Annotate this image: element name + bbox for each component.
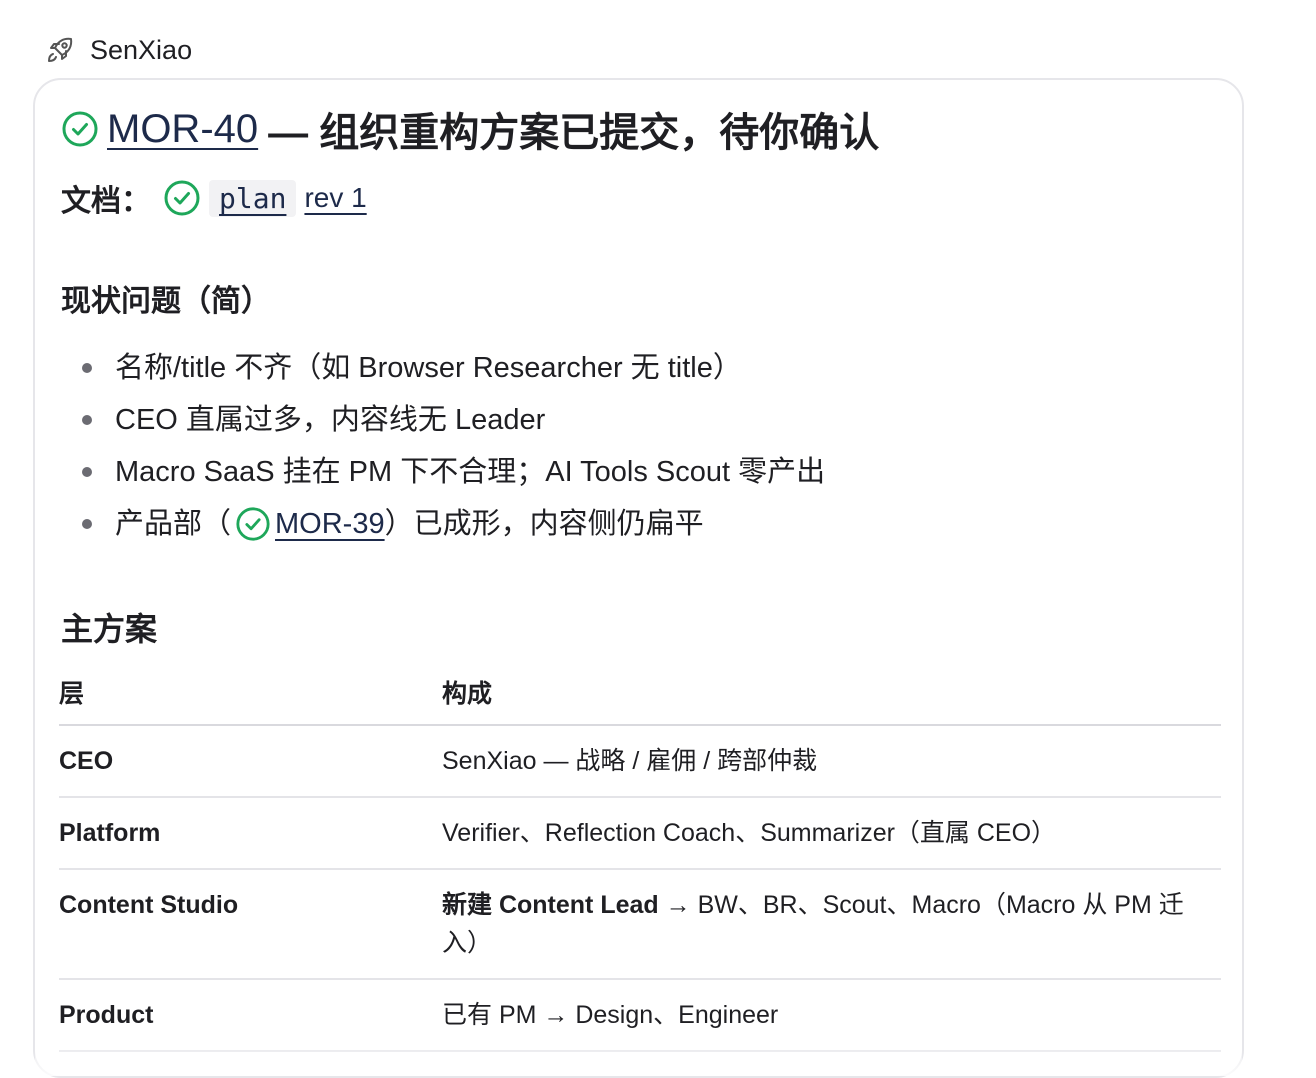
message-card: MOR-40 — 组织重构方案已提交，待你确认 文档： plan rev 1 现… bbox=[33, 78, 1244, 1078]
doc-link-plan[interactable]: plan bbox=[209, 179, 297, 217]
column-header-composition: 构成 bbox=[442, 660, 1221, 726]
check-circle-icon bbox=[62, 111, 98, 147]
list-item-text: 名称/title 不齐（如 Browser Researcher 无 title… bbox=[115, 352, 742, 384]
rocket-icon bbox=[48, 37, 73, 62]
doc-row: 文档： plan rev 1 bbox=[61, 176, 367, 220]
message-author: SenXiao bbox=[44, 30, 192, 70]
doc-revision-link[interactable]: rev 1 bbox=[304, 182, 366, 214]
cell-composition: Verifier、Reflection Coach、Summarizer（直属 … bbox=[442, 797, 1221, 870]
issue-link-mor-39[interactable]: MOR-39 bbox=[275, 500, 385, 548]
message-title: MOR-40 — 组织重构方案已提交，待你确认 bbox=[61, 100, 879, 158]
cell-layer: Product bbox=[59, 979, 442, 1052]
column-header-layer: 层 bbox=[59, 660, 442, 726]
bullet-dot bbox=[82, 363, 92, 373]
list-item: Macro SaaS 挂在 PM 下不合理；AI Tools Scout 零产出 bbox=[61, 446, 825, 498]
title-text: — 组织重构方案已提交，待你确认 bbox=[268, 111, 880, 155]
list-item: 产品部（ MOR-39 ）已成形，内容侧仍扁平 bbox=[61, 498, 825, 550]
table-row: Content Studio 新建 Content Lead → BW、BR、S… bbox=[59, 869, 1221, 980]
check-circle-icon bbox=[164, 180, 200, 216]
bullet-dot bbox=[82, 519, 92, 529]
list-item-text: CEO 直属过多，内容线无 Leader bbox=[115, 404, 546, 436]
cell-composition-bold: 新建 Content Lead bbox=[442, 891, 659, 919]
author-name: SenXiao bbox=[90, 34, 193, 65]
cell-composition: 已有 PM → Design、Engineer bbox=[442, 979, 1221, 1052]
cell-composition: 新建 Content Lead → BW、BR、Scout、Macro（Macr… bbox=[442, 869, 1221, 980]
plan-heading: 主方案 bbox=[61, 611, 158, 647]
list-item-prefix: 产品部（ bbox=[115, 508, 232, 540]
doc-label: 文档： bbox=[61, 185, 151, 218]
table-row: Platform Verifier、Reflection Coach、Summa… bbox=[59, 797, 1221, 870]
table-row: Product 已有 PM → Design、Engineer bbox=[59, 979, 1221, 1052]
list-item-suffix: ）已成形，内容侧仍扁平 bbox=[384, 508, 704, 540]
issue-link-mor-40[interactable]: MOR-40 bbox=[107, 107, 258, 152]
list-item-text: Macro SaaS 挂在 PM 下不合理；AI Tools Scout 零产出 bbox=[115, 456, 826, 488]
issues-list: 名称/title 不齐（如 Browser Researcher 无 title… bbox=[61, 342, 825, 550]
list-item: 名称/title 不齐（如 Browser Researcher 无 title… bbox=[61, 342, 825, 394]
bullet-dot bbox=[82, 415, 92, 425]
cell-composition: SenXiao — 战略 / 雇佣 / 跨部仲裁 bbox=[442, 725, 1221, 798]
cell-layer: Platform bbox=[59, 797, 442, 870]
cell-layer: Content Studio bbox=[59, 869, 442, 980]
check-circle-icon bbox=[236, 507, 270, 541]
table-header-row: 层 构成 bbox=[59, 660, 1221, 726]
plan-table: 层 构成 CEO SenXiao — 战略 / 雇佣 / 跨部仲裁 Platfo… bbox=[59, 660, 1221, 1052]
bullet-dot bbox=[82, 467, 92, 477]
cell-layer: CEO bbox=[59, 725, 442, 798]
list-item: CEO 直属过多，内容线无 Leader bbox=[61, 394, 825, 446]
issues-heading: 现状问题（简） bbox=[61, 285, 271, 318]
table-row: CEO SenXiao — 战略 / 雇佣 / 跨部仲裁 bbox=[59, 725, 1221, 798]
